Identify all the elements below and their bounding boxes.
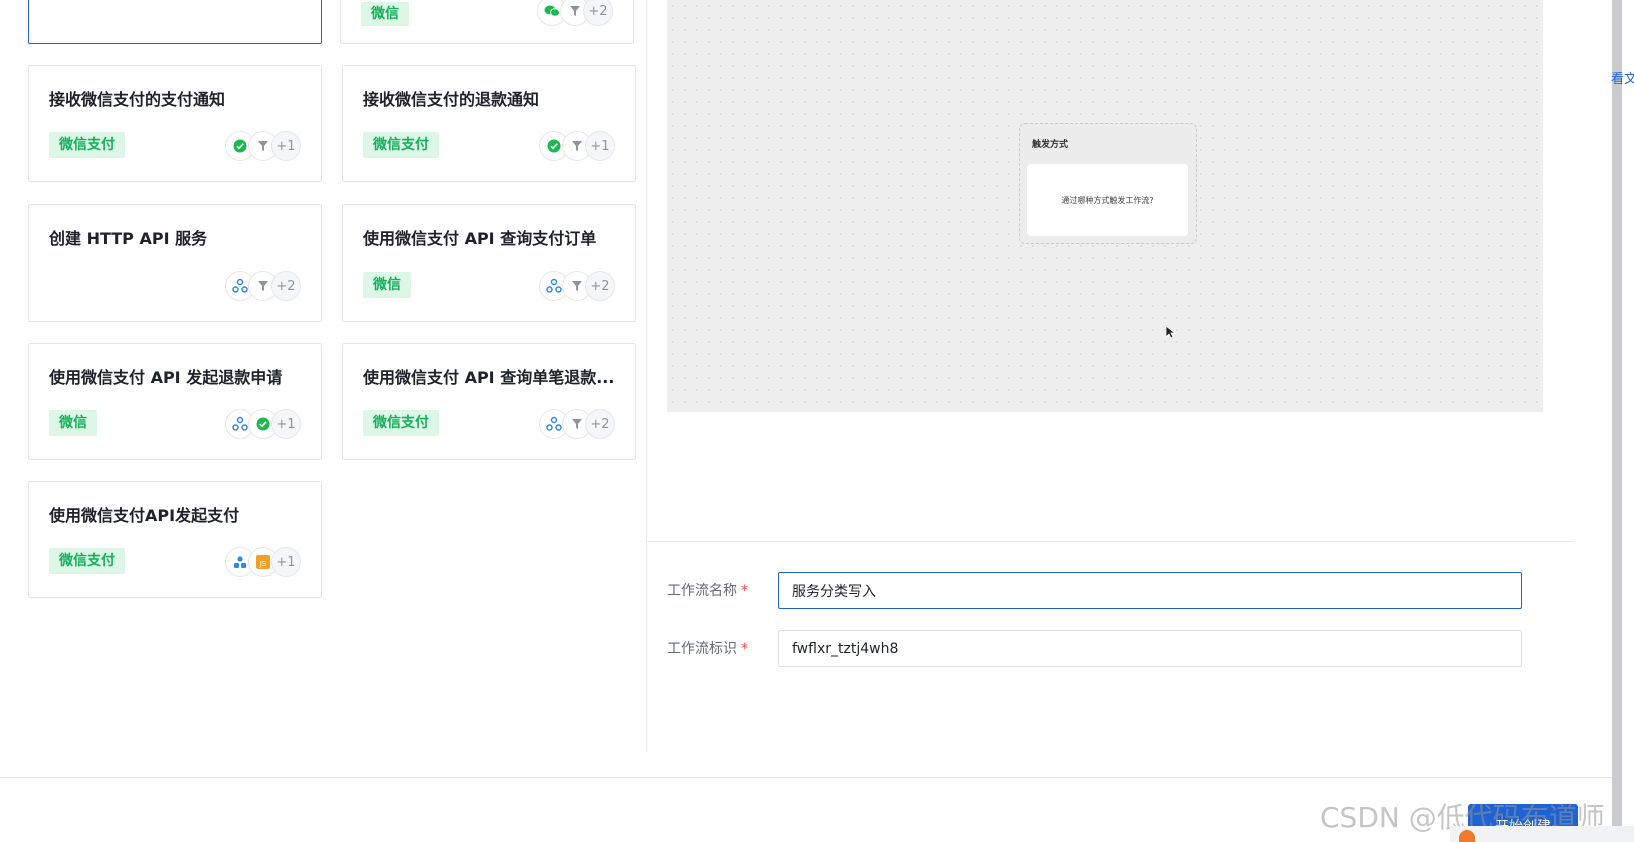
template-card[interactable]: 使用微信支付API发起支付 微信支付 JS +1 bbox=[28, 481, 322, 598]
more-count: +1 bbox=[585, 131, 615, 161]
template-title: 使用微信支付 API 查询单笔退款... bbox=[363, 368, 615, 387]
template-card[interactable]: 使用微信支付 API 查询支付订单 微信 +2 bbox=[342, 204, 636, 322]
template-title: 创建 HTTP API 服务 bbox=[49, 229, 208, 248]
required-mark: * bbox=[741, 583, 748, 599]
template-title: 接收微信支付的退款通知 bbox=[363, 90, 540, 109]
template-card[interactable]: 微信 +2 bbox=[340, 0, 634, 44]
template-title: 使用微信支付API发起支付 bbox=[49, 506, 240, 525]
template-tag: 微信支付 bbox=[363, 132, 439, 158]
workflow-name-input[interactable] bbox=[778, 572, 1522, 609]
integration-icons: +2 bbox=[225, 271, 301, 301]
workflow-id-label: 工作流标识 * bbox=[667, 641, 748, 657]
template-card[interactable]: 使用微信支付 API 发起退款申请 微信 +1 bbox=[28, 343, 322, 460]
workflow-name-label: 工作流名称 * bbox=[667, 583, 748, 599]
workflow-preview-canvas: 触发方式 通过哪种方式触发工作流? bbox=[667, 0, 1543, 412]
integration-icons: +2 bbox=[539, 271, 615, 301]
more-count: +1 bbox=[271, 131, 301, 161]
outer-window-text: 看文 bbox=[1611, 72, 1634, 87]
more-count: +2 bbox=[585, 409, 615, 439]
integration-icons: JS +1 bbox=[225, 547, 301, 577]
more-count: +2 bbox=[583, 0, 613, 26]
mouse-cursor-icon bbox=[1165, 325, 1175, 339]
template-title: 使用微信支付 API 发起退款申请 bbox=[49, 368, 283, 387]
more-count: +2 bbox=[271, 271, 301, 301]
trigger-node-prompt: 通过哪种方式触发工作流? bbox=[1027, 164, 1188, 236]
app-logo-icon bbox=[1459, 830, 1475, 842]
dialog-shadow bbox=[1612, 0, 1622, 842]
more-count: +1 bbox=[271, 547, 301, 577]
more-count: +2 bbox=[585, 271, 615, 301]
template-card[interactable]: 创建 HTTP API 服务 +2 bbox=[28, 204, 322, 322]
workflow-create-dialog: 微信 +2 接收微信支付的支付通知 微信支付 +1 接收微信支付的退款通知 微信… bbox=[0, 0, 1634, 842]
section-divider bbox=[647, 541, 1573, 542]
workflow-id-input[interactable] bbox=[778, 630, 1522, 667]
integration-icons: +1 bbox=[225, 409, 301, 439]
template-tag: 微信支付 bbox=[49, 548, 125, 574]
integration-icons: +2 bbox=[539, 409, 615, 439]
template-title: 使用微信支付 API 查询支付订单 bbox=[363, 229, 597, 248]
trigger-node-title: 触发方式 bbox=[1032, 140, 1069, 150]
template-title: 接收微信支付的支付通知 bbox=[49, 90, 226, 109]
template-card[interactable]: 接收微信支付的支付通知 微信支付 +1 bbox=[28, 65, 322, 182]
template-tag: 微信支付 bbox=[49, 132, 125, 158]
required-mark: * bbox=[741, 641, 748, 657]
more-count: +1 bbox=[271, 409, 301, 439]
integration-icons: +1 bbox=[225, 131, 301, 161]
template-tag: 微信支付 bbox=[363, 410, 439, 436]
svg-text:JS: JS bbox=[259, 560, 267, 568]
template-card[interactable]: 接收微信支付的退款通知 微信支付 +1 bbox=[342, 65, 636, 182]
template-tag: 微信 bbox=[363, 272, 411, 298]
taskbar-tray bbox=[1450, 826, 1634, 842]
footer-divider bbox=[0, 777, 1612, 778]
trigger-node[interactable]: 触发方式 通过哪种方式触发工作流? bbox=[1019, 123, 1197, 244]
template-card-selected[interactable] bbox=[28, 0, 322, 44]
integration-icons: +2 bbox=[537, 0, 613, 26]
integration-icons: +1 bbox=[539, 131, 615, 161]
template-tag: 微信 bbox=[361, 2, 409, 26]
template-tag: 微信 bbox=[49, 410, 97, 436]
template-card[interactable]: 使用微信支付 API 查询单笔退款... 微信支付 +2 bbox=[342, 343, 636, 460]
pane-divider bbox=[646, 0, 647, 752]
